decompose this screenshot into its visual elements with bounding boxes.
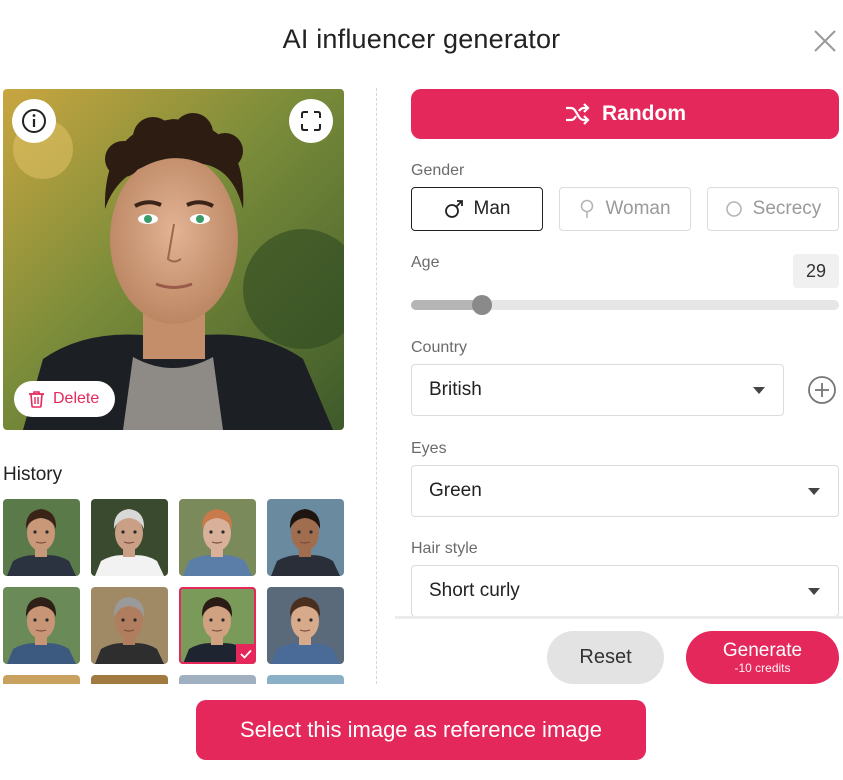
thumbnail-portrait (3, 587, 80, 664)
history-thumbnail[interactable] (3, 499, 80, 576)
gender-woman-label: Woman (605, 198, 671, 219)
reset-label: Reset (579, 646, 632, 668)
preview-image: Delete (3, 89, 344, 430)
thumbnail-portrait (267, 587, 344, 664)
history-grid (3, 499, 344, 684)
history-thumbnail[interactable] (91, 675, 168, 684)
shuffle-icon (566, 103, 590, 125)
chevron-down-icon (808, 488, 820, 495)
chevron-down-icon (808, 588, 820, 595)
thumbnail-portrait (3, 675, 80, 684)
history-thumbnail[interactable] (3, 675, 80, 684)
age-slider-thumb[interactable] (471, 295, 492, 315)
history-thumbnail[interactable] (267, 675, 344, 684)
thumbnail-portrait (91, 499, 168, 576)
eyes-select[interactable]: Green (411, 465, 839, 517)
history-thumbnail[interactable] (179, 499, 256, 576)
delete-label: Delete (53, 390, 100, 407)
history-thumbnail[interactable] (179, 675, 256, 684)
gender-secrecy-label: Secrecy (752, 198, 822, 219)
gender-option-secrecy[interactable]: Secrecy (707, 187, 839, 231)
country-label: Country (411, 339, 468, 356)
age-label: Age (411, 254, 440, 271)
gender-label: Gender (411, 162, 465, 179)
portrait-illustration (3, 89, 344, 430)
gender-option-woman[interactable]: Woman (559, 187, 691, 231)
history-heading: History (3, 464, 63, 485)
country-value: British (429, 379, 482, 400)
select-reference-label: Select this image as reference image (240, 717, 602, 742)
trash-icon (29, 391, 44, 408)
female-symbol-icon (581, 199, 594, 218)
thumbnail-portrait (179, 675, 256, 684)
fullscreen-button[interactable] (289, 99, 333, 143)
add-circle-icon[interactable] (807, 375, 837, 405)
history-thumbnail[interactable] (179, 587, 256, 664)
eyes-value: Green (429, 480, 482, 501)
random-label: Random (602, 102, 686, 125)
gender-option-man[interactable]: Man (411, 187, 543, 231)
dialog-title: AI influencer generator (282, 24, 561, 54)
generate-credits: -10 credits (734, 660, 791, 675)
delete-button[interactable]: Delete (14, 381, 115, 417)
age-value: 29 (793, 254, 839, 288)
panel-divider (376, 88, 377, 684)
thumbnail-portrait (267, 499, 344, 576)
gender-man-label: Man (473, 198, 511, 219)
random-button[interactable]: Random (411, 89, 839, 139)
thumbnail-portrait (267, 675, 344, 684)
eyes-label: Eyes (411, 440, 447, 457)
thumbnail-portrait (179, 499, 256, 576)
male-symbol-icon (444, 200, 463, 218)
info-icon (22, 109, 46, 133)
info-button[interactable] (12, 99, 56, 143)
history-thumbnail[interactable] (91, 587, 168, 664)
scroll-edge (395, 616, 843, 619)
chevron-down-icon (753, 387, 765, 394)
circle-icon (725, 201, 742, 217)
history-thumbnail[interactable] (267, 499, 344, 576)
hair-style-label: Hair style (411, 540, 478, 557)
thumbnail-portrait (3, 499, 80, 576)
select-reference-button[interactable]: Select this image as reference image (196, 700, 646, 760)
history-thumbnail[interactable] (91, 499, 168, 576)
close-icon[interactable] (812, 28, 838, 54)
age-slider[interactable] (411, 295, 839, 315)
country-select[interactable]: British (411, 364, 784, 416)
expand-icon (301, 111, 321, 131)
history-thumbnail[interactable] (3, 587, 80, 664)
generate-button[interactable]: Generate -10 credits (686, 631, 839, 684)
thumbnail-portrait (91, 587, 168, 664)
hair-style-value: Short curly (429, 580, 520, 601)
history-thumbnail[interactable] (267, 587, 344, 664)
generate-label: Generate (722, 639, 803, 661)
thumbnail-portrait (91, 675, 168, 684)
hair-style-select[interactable]: Short curly (411, 565, 839, 617)
reset-button[interactable]: Reset (547, 631, 664, 684)
checkmark-icon (236, 644, 256, 664)
